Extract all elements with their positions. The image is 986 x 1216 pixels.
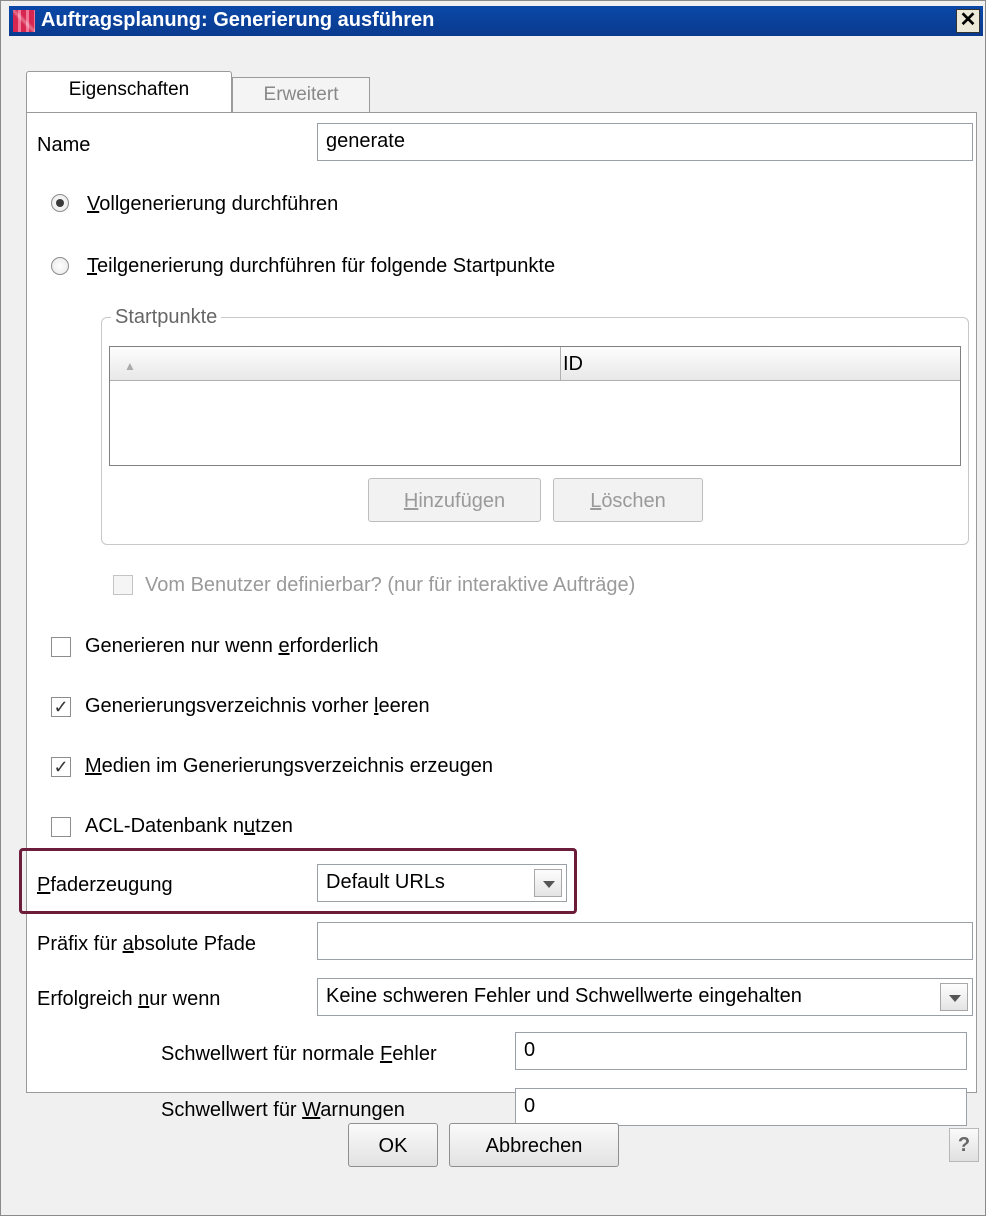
generate-media-label[interactable]: Medien im Generierungsverzeichnis erzeug…	[85, 755, 493, 778]
success-condition-label: Erfolgreich nur wenn	[37, 988, 221, 1010]
partial-generation-label[interactable]: Teilgenerierung durchführen für folgende…	[87, 255, 555, 278]
success-condition-value: Keine schweren Fehler und Schwellwerte e…	[326, 985, 802, 1007]
startpoints-table[interactable]: ▲ ID	[109, 346, 961, 466]
add-button[interactable]: Hinzufügen	[368, 478, 541, 522]
dialog-window: Auftragsplanung: Generierung ausführen ✕…	[0, 0, 986, 1216]
name-input[interactable]: generate	[317, 123, 973, 161]
absolute-prefix-label: Präfix für absolute Pfade	[37, 933, 257, 955]
full-generation-label[interactable]: Vollgenerierung durchführen	[87, 193, 338, 216]
delete-button[interactable]: Löschen	[553, 478, 703, 522]
help-icon[interactable]: ?	[949, 1128, 979, 1162]
id-column-header[interactable]: ID	[561, 347, 960, 381]
chevron-down-icon[interactable]	[534, 869, 562, 897]
user-definable-label: Vom Benutzer definierbar? (nur für inter…	[145, 574, 636, 596]
tab-erweitert[interactable]: Erweitert	[232, 77, 370, 113]
ok-button[interactable]: OK	[348, 1123, 438, 1167]
user-definable-checkbox[interactable]	[113, 575, 133, 595]
startpoints-group-title: Startpunkte	[111, 306, 222, 329]
name-label: Name	[37, 134, 91, 156]
clear-directory-checkbox[interactable]: ✓	[51, 697, 71, 717]
generate-media-checkbox[interactable]: ✓	[51, 757, 71, 777]
close-button[interactable]: ✕	[956, 9, 980, 33]
error-threshold-input[interactable]: 0	[515, 1032, 967, 1070]
error-threshold-label: Schwellwert für normale Fehler	[161, 1043, 437, 1065]
path-generation-select[interactable]: Default URLs	[317, 864, 567, 902]
generate-if-required-checkbox[interactable]	[51, 637, 71, 657]
title-bar[interactable]: Auftragsplanung: Generierung ausführen ✕	[9, 6, 983, 36]
app-logo-icon	[13, 10, 35, 32]
cancel-button[interactable]: Abbrechen	[449, 1123, 619, 1167]
warning-threshold-input[interactable]: 0	[515, 1088, 967, 1126]
partial-generation-radio[interactable]	[51, 257, 69, 275]
generate-if-required-label[interactable]: Generieren nur wenn erforderlich	[85, 635, 379, 658]
chevron-down-icon[interactable]	[940, 983, 968, 1011]
full-generation-radio[interactable]	[51, 194, 69, 212]
path-generation-value: Default URLs	[326, 871, 445, 893]
window-title: Auftragsplanung: Generierung ausführen	[41, 9, 435, 31]
use-acl-database-label[interactable]: ACL-Datenbank nutzen	[85, 815, 293, 838]
tab-eigenschaften[interactable]: Eigenschaften	[26, 71, 232, 113]
use-acl-database-checkbox[interactable]	[51, 817, 71, 837]
clear-directory-label[interactable]: Generierungsverzeichnis vorher leeren	[85, 695, 430, 718]
sort-ascending-icon[interactable]: ▲	[110, 347, 561, 381]
success-condition-select[interactable]: Keine schweren Fehler und Schwellwerte e…	[317, 978, 973, 1016]
path-generation-label: Pfaderzeugung	[37, 874, 173, 896]
absolute-prefix-input[interactable]	[317, 922, 973, 960]
warning-threshold-label: Schwellwert für Warnungen	[161, 1099, 405, 1121]
